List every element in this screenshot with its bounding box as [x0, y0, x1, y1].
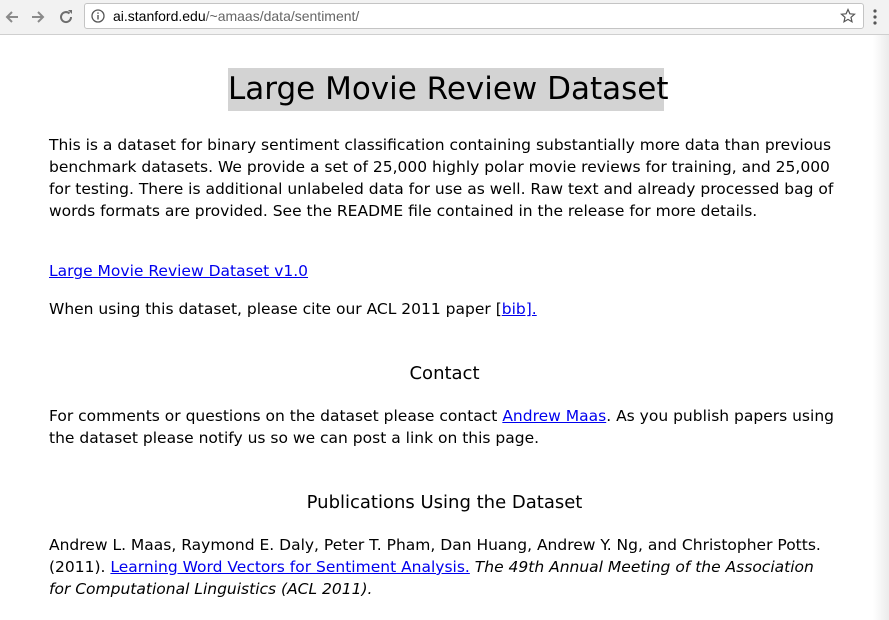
page-title: Large Movie Review Dataset [228, 68, 669, 111]
dataset-link-paragraph: Large Movie Review Dataset v1.0 [49, 260, 839, 282]
back-arrow-icon [5, 11, 18, 23]
contact-link[interactable]: Andrew Maas [502, 407, 606, 425]
back-button[interactable] [1, 6, 23, 28]
star-icon[interactable] [840, 8, 856, 24]
forward-button[interactable] [27, 6, 49, 28]
browser-toolbar: ai.stanford.edu/~amaas/data/sentiment/ [0, 0, 889, 35]
intro-paragraph: This is a dataset for binary sentiment c… [49, 136, 834, 220]
contact-heading: Contact [409, 363, 480, 384]
citation-text: When using this dataset, please cite our… [49, 300, 496, 318]
dataset-download-link[interactable]: Large Movie Review Dataset v1.0 [49, 262, 308, 280]
contact-text: For comments or questions on the dataset… [49, 407, 503, 425]
url-path: /~amaas/data/sentiment/ [205, 8, 360, 24]
menu-icon[interactable] [872, 8, 878, 26]
publications-heading: Publications Using the Dataset [306, 492, 583, 513]
citation-paragraph: When using this dataset, please cite our… [49, 298, 839, 320]
contact-paragraph: For comments or questions on the dataset… [49, 405, 839, 449]
reload-icon [60, 10, 73, 24]
bib-link[interactable]: bib]. [502, 300, 537, 318]
info-icon[interactable] [91, 9, 105, 23]
publication-entry: Andrew L. Maas, Raymond E. Daly, Peter T… [49, 534, 839, 600]
forward-arrow-icon [32, 11, 45, 23]
publication-link[interactable]: Learning Word Vectors for Sentiment Anal… [110, 558, 469, 576]
address-bar[interactable]: ai.stanford.edu/~amaas/data/sentiment/ [84, 3, 864, 29]
url-text: ai.stanford.edu/~amaas/data/sentiment/ [113, 8, 359, 24]
url-domain: ai.stanford.edu [113, 8, 206, 24]
page-edge-shadow [873, 35, 889, 620]
reload-button[interactable] [55, 6, 77, 28]
